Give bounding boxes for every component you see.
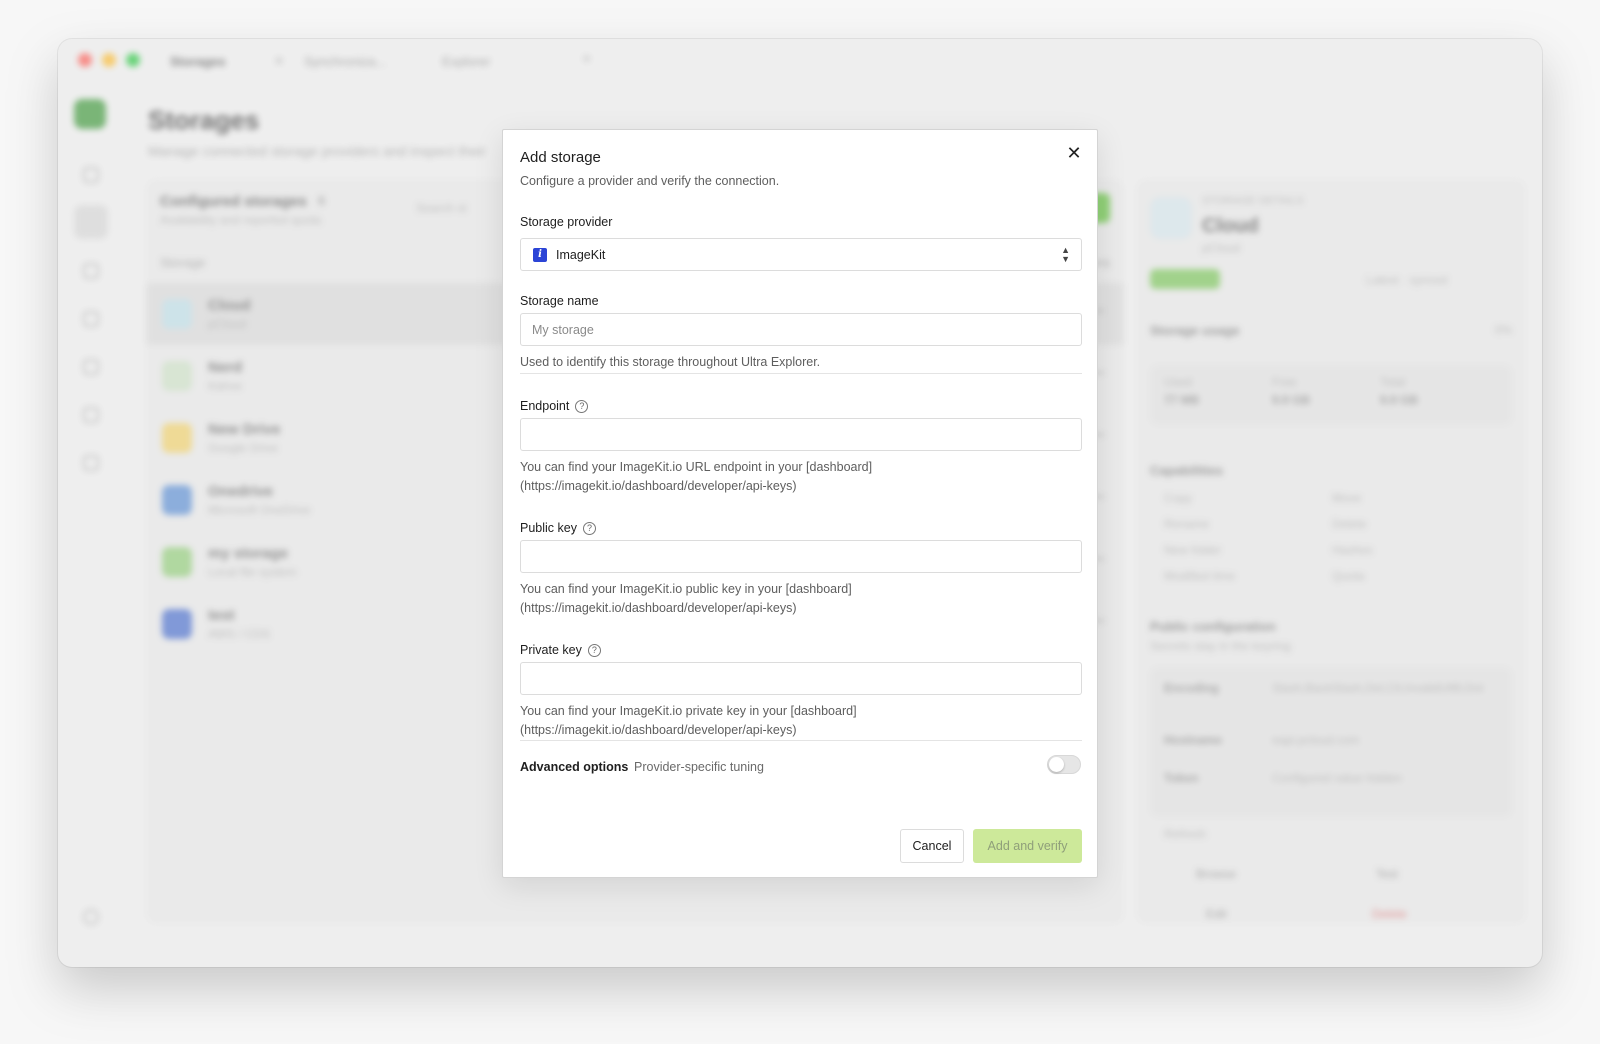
divider [520, 740, 1082, 741]
chevron-up-down-icon: ▲ ▼ [1061, 245, 1070, 264]
endpoint-label-text: Endpoint [520, 399, 570, 413]
help-icon[interactable]: ? [582, 521, 596, 535]
private-key-label: Private key ? [520, 643, 601, 657]
private-key-label-text: Private key [520, 643, 582, 657]
imagekit-logo-icon: i [533, 247, 547, 262]
private-key-input[interactable] [520, 662, 1082, 695]
provider-label: Storage provider [520, 215, 612, 229]
dialog-description: Configure a provider and verify the conn… [520, 174, 780, 188]
provider-select[interactable]: i ImageKit ▲ ▼ [520, 238, 1082, 271]
add-and-verify-button[interactable]: Add and verify [973, 829, 1082, 863]
provider-label-text: Storage provider [520, 215, 613, 229]
cancel-button[interactable]: Cancel [900, 829, 964, 863]
provider-select-value: ImageKit [556, 247, 606, 262]
advanced-options-sub: Provider-specific tuning [634, 760, 764, 774]
add-storage-dialog: Add storage Configure a provider and ver… [502, 129, 1098, 878]
help-icon[interactable]: ? [575, 399, 589, 413]
name-hint: Used to identify this storage throughout… [520, 355, 821, 369]
advanced-options-toggle[interactable] [1047, 755, 1081, 774]
storage-name-input[interactable] [520, 313, 1082, 346]
endpoint-label: Endpoint ? [520, 399, 589, 413]
public-key-hint: You can find your ImageKit.io public key… [520, 582, 852, 615]
help-icon[interactable]: ? [587, 643, 601, 657]
toggle-knob [1049, 757, 1064, 772]
dialog-title: Add storage [520, 149, 601, 166]
name-label-text: Storage name [520, 294, 599, 308]
endpoint-hint: You can find your ImageKit.io URL endpoi… [520, 460, 873, 493]
private-key-hint: You can find your ImageKit.io private ke… [520, 704, 857, 737]
public-key-label-text: Public key [520, 521, 577, 535]
advanced-options-label: Advanced options [520, 760, 629, 774]
name-label: Storage name [520, 294, 599, 308]
public-key-label: Public key ? [520, 521, 596, 535]
public-key-input[interactable] [520, 540, 1082, 573]
endpoint-input[interactable] [520, 418, 1082, 451]
divider [520, 373, 1082, 374]
close-icon[interactable]: ✕ [1063, 142, 1085, 164]
